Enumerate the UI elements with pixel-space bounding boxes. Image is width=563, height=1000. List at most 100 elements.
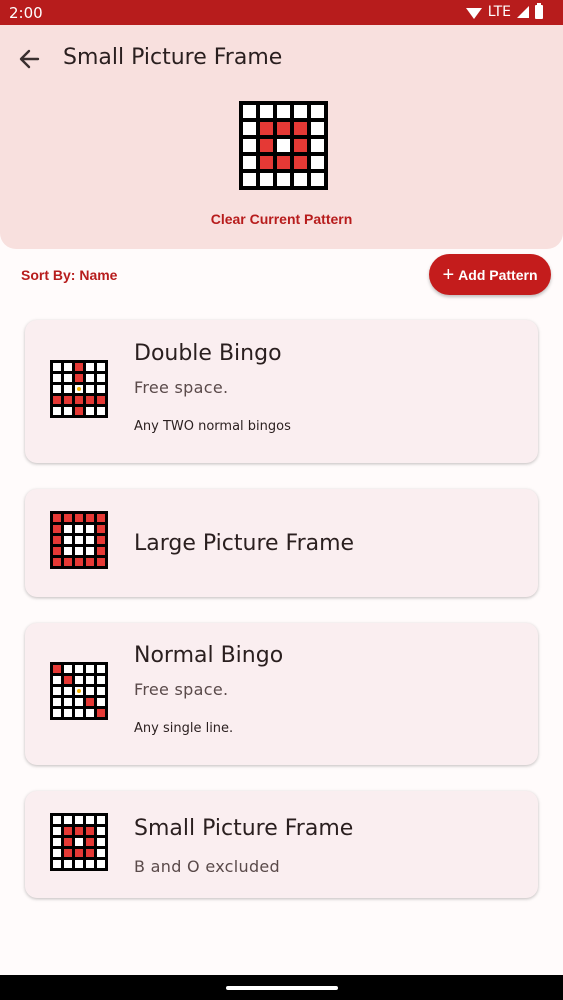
pattern-cell [75, 849, 83, 857]
pattern-cell [97, 676, 105, 684]
pattern-cell[interactable] [277, 122, 290, 135]
pattern-cell [53, 860, 61, 868]
pattern-cell [53, 816, 61, 824]
pattern-thumbnail [50, 662, 108, 720]
pattern-cell [75, 816, 83, 824]
pattern-description: Any single line. [134, 721, 234, 736]
pattern-subtitle: Free space. [134, 378, 229, 397]
pattern-cell [86, 687, 94, 695]
pattern-subtitle: Free space. [134, 680, 229, 699]
pattern-cell [53, 407, 61, 415]
pattern-title: Small Picture Frame [134, 816, 354, 841]
pattern-cell [53, 396, 61, 404]
pattern-cell[interactable] [294, 173, 307, 186]
pattern-cell [86, 514, 94, 522]
pattern-cell[interactable] [243, 173, 256, 186]
pattern-cell [97, 363, 105, 371]
pattern-cell [86, 698, 94, 706]
pattern-cell[interactable] [243, 122, 256, 135]
pattern-cell[interactable] [260, 122, 273, 135]
clear-pattern-button[interactable]: Clear Current Pattern [0, 211, 563, 227]
pattern-cell [64, 665, 72, 673]
pattern-cell [75, 698, 83, 706]
pattern-cell [86, 827, 94, 835]
pattern-cell[interactable] [260, 139, 273, 152]
pattern-cell[interactable] [277, 156, 290, 169]
pattern-cell [75, 407, 83, 415]
pattern-cell[interactable] [277, 139, 290, 152]
pattern-cell[interactable] [277, 173, 290, 186]
pattern-cell[interactable] [243, 105, 256, 118]
header: Small Picture Frame Clear Current Patter… [0, 25, 563, 249]
pattern-cell[interactable] [311, 105, 324, 118]
add-pattern-label: Add Pattern [458, 266, 538, 283]
add-pattern-button[interactable]: + Add Pattern [429, 254, 551, 295]
pattern-cell [97, 827, 105, 835]
pattern-cell[interactable] [260, 156, 273, 169]
page-title: Small Picture Frame [63, 45, 283, 70]
pattern-cell [86, 816, 94, 824]
pattern-cell [53, 547, 61, 555]
pattern-card-small-picture-frame[interactable]: Small Picture Frame B and O excluded [25, 791, 538, 898]
pattern-cell [97, 665, 105, 673]
pattern-cell [75, 558, 83, 566]
pattern-cell[interactable] [260, 173, 273, 186]
pattern-cell [53, 827, 61, 835]
pattern-cell [64, 536, 72, 544]
pattern-cell [86, 536, 94, 544]
pattern-cell [86, 385, 94, 393]
status-icons: LTE [465, 3, 543, 20]
sort-button[interactable]: Sort By: Name [21, 267, 117, 283]
pattern-cell[interactable] [311, 139, 324, 152]
pattern-cell[interactable] [294, 105, 307, 118]
pattern-cell[interactable] [311, 173, 324, 186]
pattern-cell [53, 849, 61, 857]
home-handle[interactable] [226, 986, 338, 990]
battery-icon [535, 3, 543, 19]
pattern-cell [64, 860, 72, 868]
pattern-cell [53, 536, 61, 544]
pattern-card-normal-bingo[interactable]: Normal Bingo Free space. Any single line… [25, 623, 538, 765]
pattern-cell [64, 709, 72, 717]
pattern-cell [86, 676, 94, 684]
pattern-cell[interactable] [243, 156, 256, 169]
pattern-cell [64, 676, 72, 684]
pattern-cell[interactable] [243, 139, 256, 152]
pattern-cell[interactable] [294, 122, 307, 135]
free-space-cell [75, 687, 83, 695]
pattern-cell[interactable] [260, 105, 273, 118]
pattern-cell [86, 558, 94, 566]
status-bar: 2:00 LTE [0, 0, 563, 25]
pattern-cell [86, 860, 94, 868]
pattern-cell [86, 374, 94, 382]
pattern-cell [97, 838, 105, 846]
pattern-cell[interactable] [311, 156, 324, 169]
pattern-cell [75, 860, 83, 868]
pattern-cell[interactable] [294, 156, 307, 169]
pattern-cell [75, 536, 83, 544]
back-button[interactable] [14, 45, 46, 73]
pattern-card-large-picture-frame[interactable]: Large Picture Frame [25, 489, 538, 597]
pattern-cell [97, 396, 105, 404]
pattern-cell[interactable] [277, 105, 290, 118]
pattern-cell [53, 687, 61, 695]
pattern-cell [86, 363, 94, 371]
pattern-cell [75, 396, 83, 404]
pattern-cell [64, 698, 72, 706]
pattern-cell [64, 363, 72, 371]
pattern-cell [64, 849, 72, 857]
pattern-cell [86, 838, 94, 846]
pattern-cell [75, 374, 83, 382]
status-time: 2:00 [9, 4, 43, 22]
pattern-cell [97, 849, 105, 857]
pattern-cell[interactable] [311, 122, 324, 135]
current-pattern-grid[interactable] [239, 101, 328, 190]
pattern-cell [97, 525, 105, 533]
pattern-cell [53, 374, 61, 382]
pattern-cell [53, 676, 61, 684]
pattern-card-double-bingo[interactable]: Double Bingo Free space. Any TWO normal … [25, 320, 538, 463]
pattern-cell [75, 709, 83, 717]
pattern-cell [86, 525, 94, 533]
pattern-cell[interactable] [294, 139, 307, 152]
pattern-description: Any TWO normal bingos [134, 419, 291, 434]
